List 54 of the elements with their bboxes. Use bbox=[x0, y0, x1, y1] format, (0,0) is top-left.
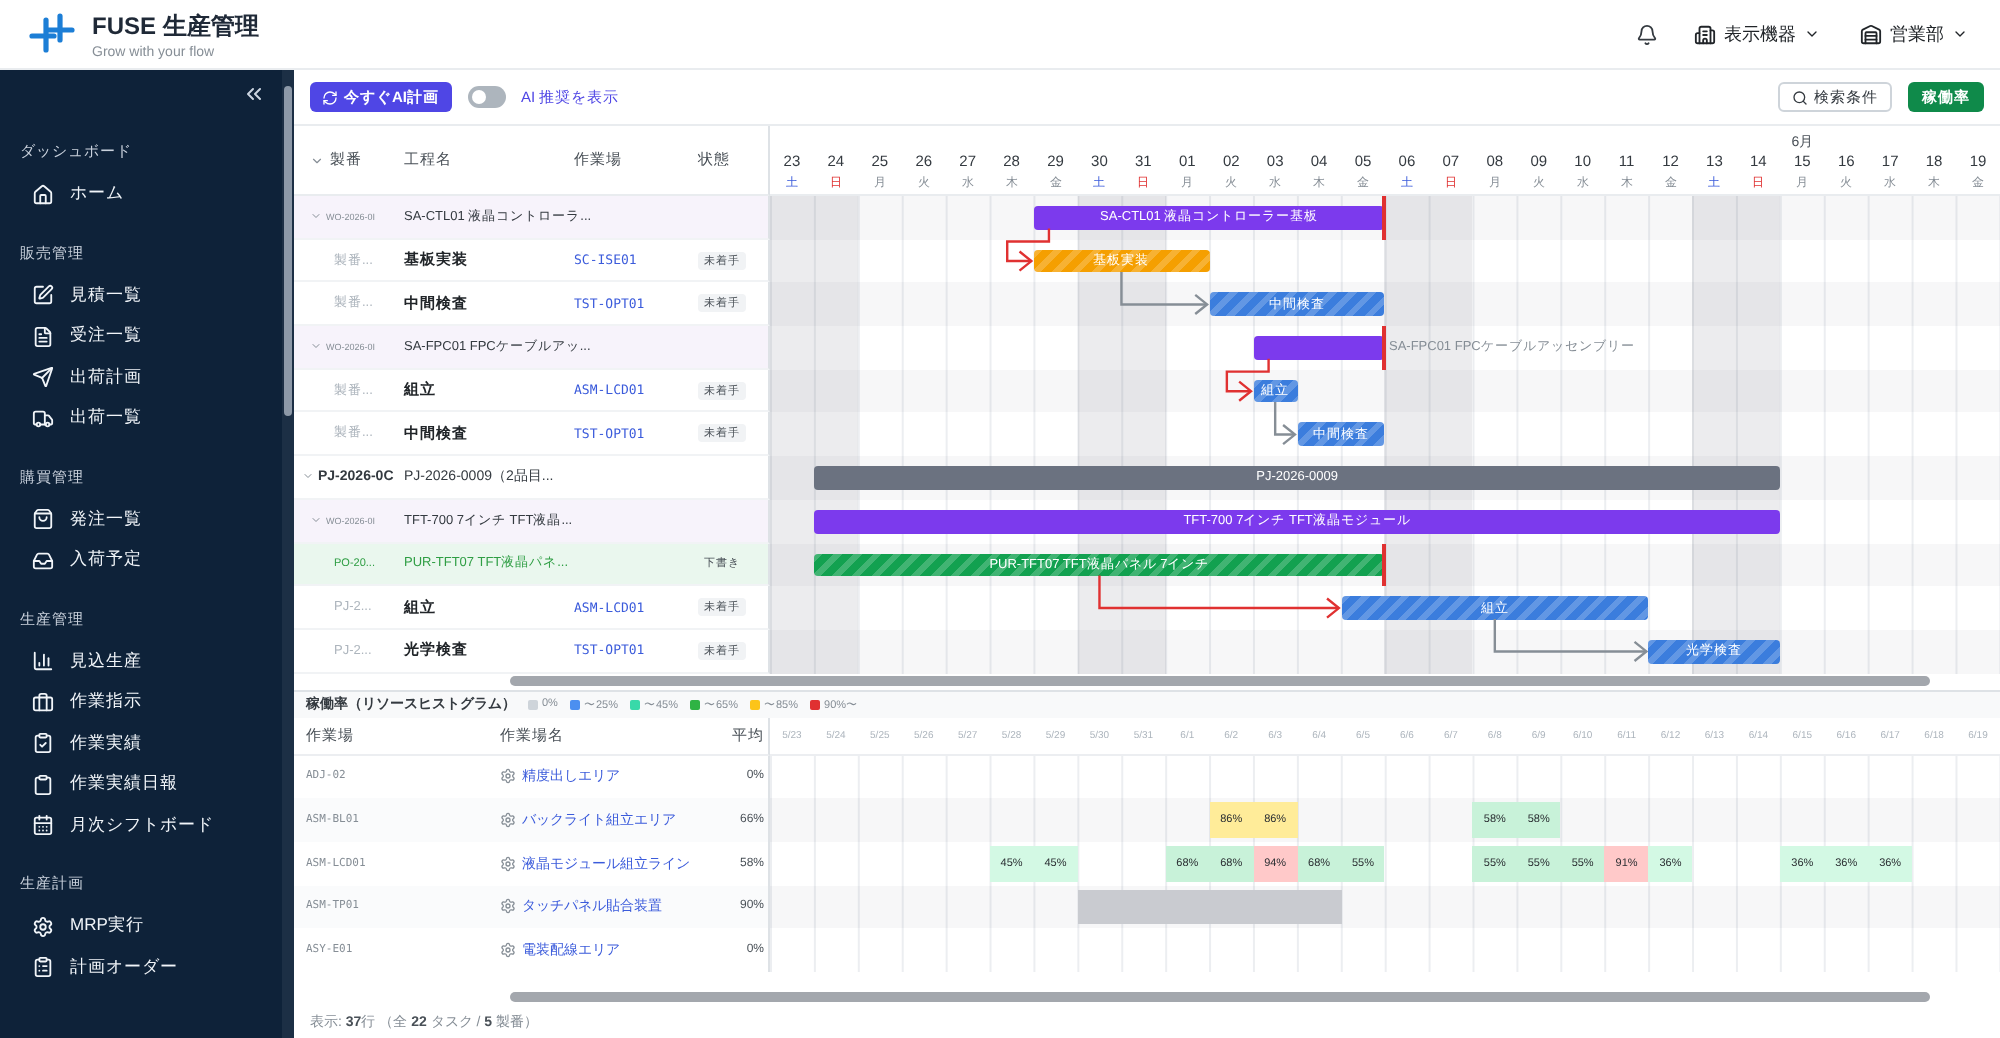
gear-icon bbox=[500, 942, 516, 959]
double-chevron-icon bbox=[242, 82, 266, 106]
header-menu[interactable]: 表示機器 bbox=[1690, 17, 1824, 51]
edit-icon bbox=[32, 284, 54, 307]
bag-icon bbox=[32, 508, 54, 531]
toggle-switch[interactable] bbox=[467, 86, 505, 108]
building-icon bbox=[1694, 23, 1716, 45]
truck-icon bbox=[32, 407, 54, 430]
nav-item[interactable]: 作業実績 bbox=[0, 723, 282, 764]
clipboard-check-icon bbox=[32, 732, 54, 755]
nav-item[interactable]: 作業指示 bbox=[0, 682, 282, 723]
nav-item[interactable]: 発注一覧 bbox=[0, 499, 282, 540]
chevron-icon[interactable] bbox=[310, 340, 322, 353]
chevron-icon[interactable] bbox=[310, 210, 322, 223]
nav-item[interactable]: 月次シフトボード bbox=[0, 805, 282, 846]
calendar-icon bbox=[32, 814, 54, 837]
chevron-icon[interactable] bbox=[302, 470, 314, 483]
gantt-bar[interactable] bbox=[1253, 336, 1385, 360]
clipboard-icon bbox=[32, 773, 54, 796]
caret-icon bbox=[1804, 26, 1820, 42]
chevron-icon[interactable] bbox=[310, 153, 324, 167]
gear-icon bbox=[500, 768, 516, 785]
bell-icon bbox=[1636, 23, 1658, 45]
nav-item[interactable]: MRP実行 bbox=[0, 906, 282, 947]
briefcase-icon bbox=[32, 691, 54, 714]
nav-item[interactable]: ホーム bbox=[0, 174, 282, 215]
clipboard-list-icon bbox=[32, 956, 54, 979]
nav-item[interactable]: 見込生産 bbox=[0, 641, 282, 682]
refresh-icon bbox=[322, 89, 338, 105]
send-icon bbox=[32, 366, 54, 389]
gear-icon bbox=[500, 812, 516, 829]
search-icon bbox=[1792, 89, 1808, 105]
chevron-icon[interactable] bbox=[310, 514, 322, 527]
nav-item[interactable]: 作業実績日報 bbox=[0, 764, 282, 805]
logo-icon bbox=[28, 12, 76, 56]
app-title: FUSE 生産管理 bbox=[92, 9, 259, 43]
inbox-icon bbox=[32, 549, 54, 572]
caret-icon bbox=[1952, 26, 1968, 42]
document-icon bbox=[32, 325, 54, 348]
nav-item[interactable]: 計画オーダー bbox=[0, 947, 282, 988]
nav-item[interactable]: 入荷予定 bbox=[0, 540, 282, 581]
home-icon bbox=[32, 183, 54, 206]
gear-icon bbox=[500, 898, 516, 915]
header-menu[interactable]: 営業部 bbox=[1856, 17, 1972, 51]
bar-chart-icon bbox=[32, 650, 54, 673]
nav-item[interactable]: 受注一覧 bbox=[0, 316, 282, 357]
warehouse-icon bbox=[1860, 23, 1882, 45]
nav-item[interactable]: 出荷計画 bbox=[0, 357, 282, 398]
gear-icon bbox=[500, 855, 516, 872]
vertical-scrollbar[interactable] bbox=[282, 70, 294, 1038]
settings-icon bbox=[32, 915, 54, 938]
notification-button[interactable] bbox=[1636, 23, 1658, 45]
nav-item[interactable]: 見積一覧 bbox=[0, 275, 282, 316]
nav-item[interactable]: 出荷一覧 bbox=[0, 398, 282, 439]
